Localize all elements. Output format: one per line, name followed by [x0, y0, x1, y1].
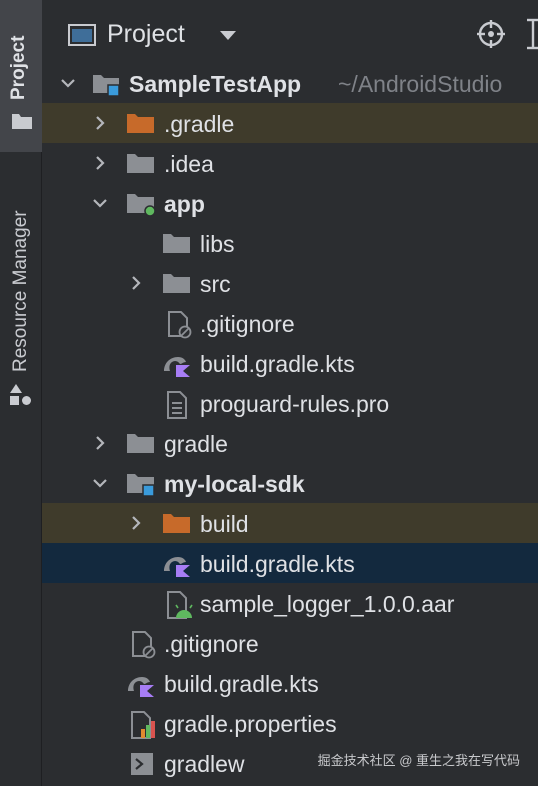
project-view-icon	[68, 24, 96, 46]
excluded-folder-icon	[127, 114, 154, 133]
tree-label: .gitignore	[200, 311, 295, 337]
tree-label: sample_logger_1.0.0.aar	[200, 591, 455, 617]
aar-file-icon	[167, 591, 193, 619]
chevron-right-icon[interactable]	[92, 435, 108, 451]
ignore-file-icon	[132, 631, 156, 659]
gradle-kotlin-file-icon	[128, 677, 154, 697]
gradle-kotlin-file-icon	[164, 557, 190, 577]
tree-row-sampletestapp[interactable]: SampleTestApp ~/AndroidStudio	[42, 63, 538, 103]
chevron-down-icon[interactable]	[92, 195, 108, 211]
tree-label: build.gradle.kts	[164, 671, 319, 697]
tree-path-label: ~/AndroidStudio	[338, 71, 503, 97]
resource-manager-label: Resource Manager	[10, 210, 31, 372]
folder-icon	[127, 154, 154, 173]
chevron-right-icon[interactable]	[92, 155, 108, 171]
tree-label: .gitignore	[164, 631, 259, 657]
chevron-right-icon[interactable]	[92, 115, 108, 131]
chevron-right-icon[interactable]	[128, 515, 144, 531]
resource-shapes-icon	[10, 384, 31, 405]
tree-row-build-gradle-kts[interactable]: build.gradle.kts	[42, 343, 538, 383]
tree-label: build.gradle.kts	[200, 551, 355, 577]
module-folder-icon	[127, 474, 155, 497]
text-file-icon	[167, 391, 187, 419]
tree-row-build-gradle-kts-selected[interactable]: build.gradle.kts	[42, 543, 538, 583]
tree-label: SampleTestApp	[129, 71, 302, 97]
tree-row-dot-gradle[interactable]: .gradle	[42, 103, 538, 143]
gradle-kotlin-file-icon	[164, 357, 190, 377]
chevron-right-icon[interactable]	[128, 275, 144, 291]
tree-row-gradle[interactable]: gradle	[42, 423, 538, 463]
chevron-down-icon[interactable]	[60, 75, 76, 91]
watermark-text: 掘金技术社区 @ 重生之我在写代码	[317, 753, 520, 768]
folder-icon	[12, 114, 32, 129]
tool-window-strip: Project Resource Manager	[0, 0, 42, 786]
folder-icon	[127, 434, 154, 453]
folder-icon	[163, 234, 190, 253]
project-view-header: Project	[43, 0, 538, 70]
tree-row-dot-idea[interactable]: .idea	[42, 143, 538, 183]
tree-row-sample-logger-aar[interactable]: sample_logger_1.0.0.aar	[42, 583, 538, 623]
tree-row-build[interactable]: build	[42, 503, 538, 543]
tree-row-gitignore[interactable]: .gitignore	[42, 303, 538, 343]
locate-target-icon[interactable]	[477, 20, 505, 48]
expand-all-icon[interactable]	[527, 18, 538, 50]
folder-icon	[163, 274, 190, 293]
tree-row-my-local-sdk[interactable]: my-local-sdk	[42, 463, 538, 503]
tree-row-build-gradle-kts-root[interactable]: build.gradle.kts	[42, 663, 538, 703]
tree-label: .idea	[164, 151, 214, 177]
chevron-down-icon[interactable]	[219, 30, 237, 41]
tree-label: gradlew	[164, 751, 245, 777]
script-file-icon	[131, 753, 153, 775]
tree-row-proguard-rules[interactable]: proguard-rules.pro	[42, 383, 538, 423]
android-module-folder-icon	[127, 194, 156, 217]
tree-label: build	[200, 511, 249, 537]
chevron-down-icon[interactable]	[92, 475, 108, 491]
tree-label: libs	[200, 231, 235, 257]
tree-label: build.gradle.kts	[200, 351, 355, 377]
tree-label: gradle	[164, 431, 228, 457]
tree-label: app	[164, 191, 205, 217]
tree-label: .gradle	[164, 111, 235, 137]
tree-row-src[interactable]: src	[42, 263, 538, 303]
tree-label: my-local-sdk	[164, 471, 305, 497]
project-tool-label: Project	[8, 35, 29, 100]
tree-row-libs[interactable]: libs	[42, 223, 538, 263]
tree-row-app[interactable]: app	[42, 183, 538, 223]
ignore-file-icon	[168, 311, 192, 339]
tree-label: src	[200, 271, 231, 297]
project-tool-button[interactable]: Project	[0, 0, 42, 152]
tree-row-gitignore-root[interactable]: .gitignore	[42, 623, 538, 663]
properties-file-icon	[131, 711, 155, 739]
project-view-title[interactable]: Project	[107, 20, 185, 49]
excluded-folder-icon	[163, 514, 190, 533]
tree-row-gradle-properties[interactable]: gradle.properties	[42, 703, 538, 743]
module-folder-icon	[93, 75, 120, 97]
tree-label: gradle.properties	[164, 711, 337, 737]
tree-label: proguard-rules.pro	[200, 391, 390, 417]
